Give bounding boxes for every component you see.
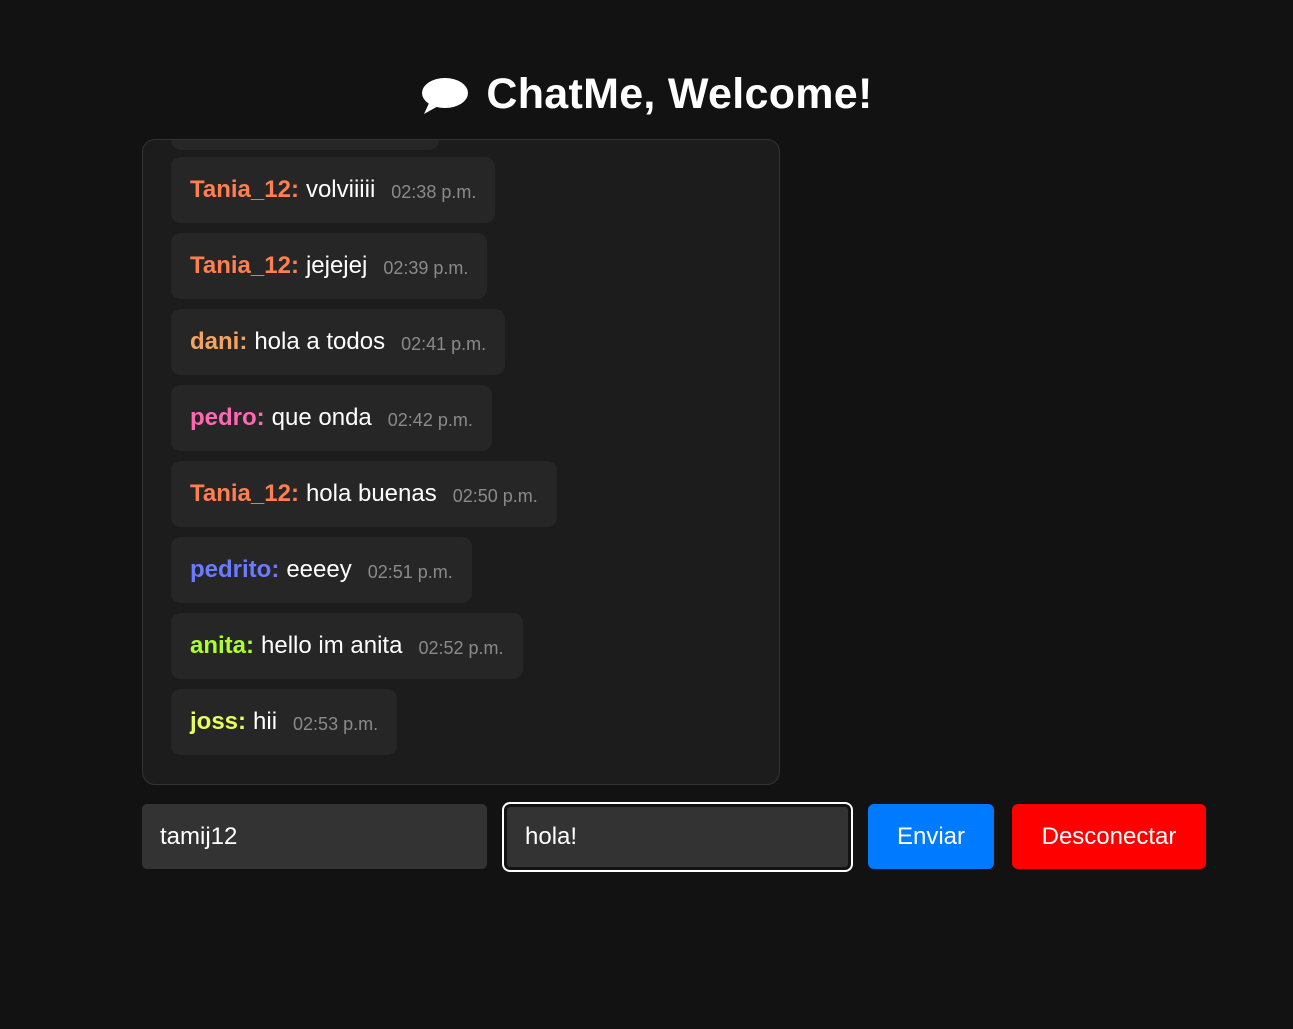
message-username: pedro:: [190, 404, 265, 431]
message-timestamp: 02:52 p.m.: [418, 638, 504, 658]
message-timestamp: 02:41 p.m.: [401, 334, 487, 354]
message-text: que onda: [271, 404, 372, 431]
message-item-clipped: [171, 140, 439, 150]
message-username: dani:: [190, 328, 248, 355]
message-list[interactable]: Tania_12: volviiiii 02:38 p.m. Tania_12:…: [142, 139, 780, 785]
message-item: pedrito: eeeey 02:51 p.m.: [171, 537, 472, 603]
message-item: Tania_12: hola buenas 02:50 p.m.: [171, 461, 557, 527]
message-text: hola a todos: [254, 328, 386, 355]
message-text: hola buenas: [305, 480, 437, 507]
message-username: joss:: [190, 708, 247, 735]
message-username: pedrito:: [190, 556, 280, 583]
page-title: ChatMe, Welcome!: [486, 70, 873, 118]
message-item: Tania_12: volviiiii 02:38 p.m.: [171, 157, 496, 223]
message-timestamp: 02:42 p.m.: [387, 410, 473, 430]
message-item: anita: hello im anita 02:52 p.m.: [171, 613, 523, 679]
message-username: Tania_12:: [190, 176, 299, 203]
message-timestamp: 02:38 p.m.: [391, 182, 477, 202]
message-text: jejejej: [305, 252, 368, 279]
message-text: volviiiii: [305, 176, 376, 203]
message-item: joss: hii 02:53 p.m.: [171, 689, 398, 755]
message-username: Tania_12:: [190, 252, 299, 279]
message-item: dani: hola a todos 02:41 p.m.: [171, 309, 506, 375]
speech-bubble-icon: [422, 77, 469, 114]
message-username: anita:: [190, 632, 255, 659]
message-input[interactable]: [502, 802, 853, 872]
message-timestamp: 02:53 p.m.: [293, 714, 379, 734]
message-text: hii: [253, 708, 278, 735]
message-timestamp: 02:51 p.m.: [367, 562, 453, 582]
message-text: hello im anita: [261, 632, 403, 659]
message-username: Tania_12:: [190, 480, 299, 507]
disconnect-button[interactable]: Desconectar: [1012, 804, 1206, 869]
page-header: ChatMe, Welcome!: [0, 70, 1293, 119]
username-input[interactable]: [142, 804, 487, 869]
message-timestamp: 02:39 p.m.: [383, 258, 469, 278]
message-item: pedro: que onda 02:42 p.m.: [171, 385, 492, 451]
message-item: Tania_12: jejejej 02:39 p.m.: [171, 233, 488, 299]
message-timestamp: 02:50 p.m.: [452, 486, 538, 506]
message-text: eeeey: [286, 556, 352, 583]
send-button[interactable]: Enviar: [868, 804, 994, 869]
